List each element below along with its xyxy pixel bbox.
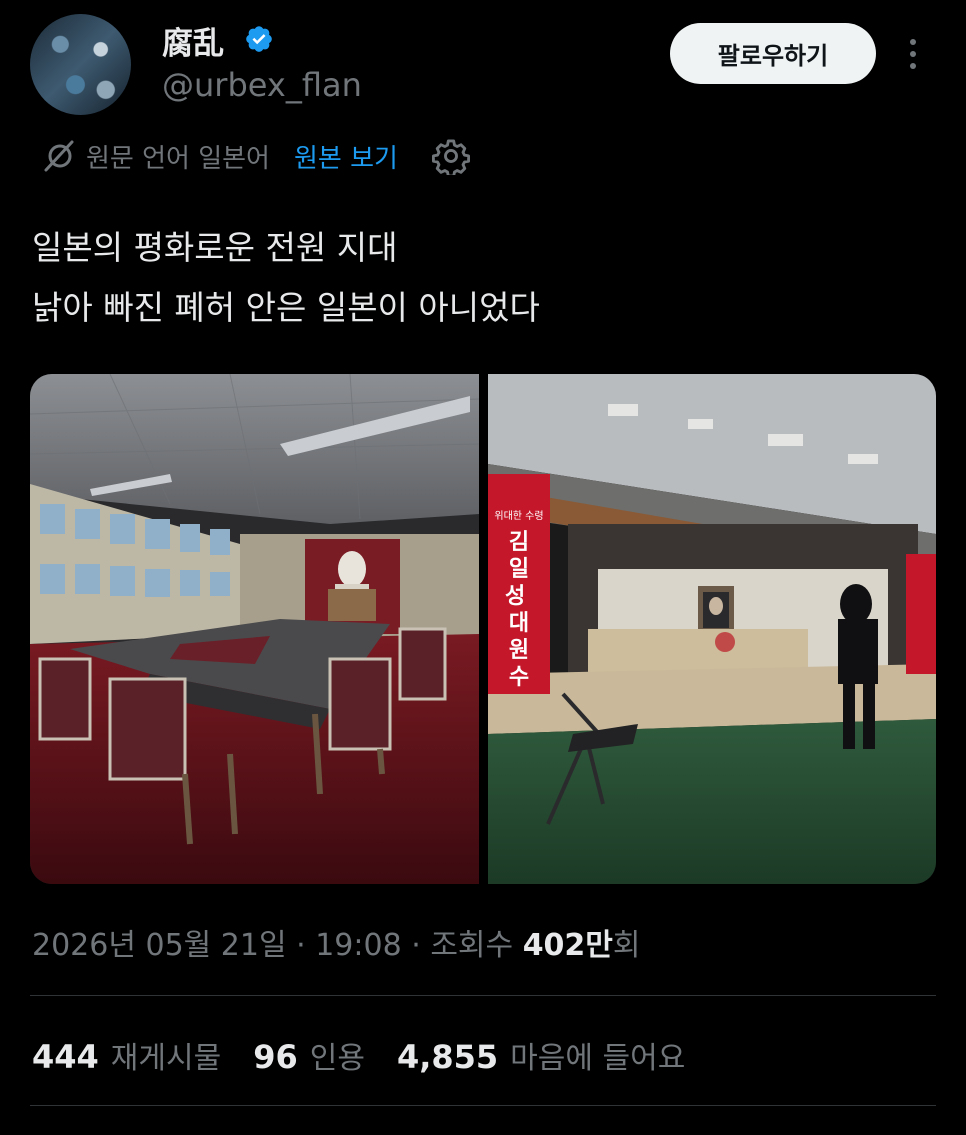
photo-auditorium-stage[interactable]: 위대한 수령 김일성 대원수 bbox=[488, 374, 936, 884]
banner-text: 위대한 수령 bbox=[494, 509, 543, 522]
reposts-stat[interactable]: 444 재게시물 bbox=[32, 1033, 221, 1077]
divider bbox=[30, 995, 936, 996]
photo-conference-room[interactable] bbox=[30, 374, 479, 884]
author-handle[interactable]: @urbex_flan bbox=[162, 66, 362, 104]
meta-separator: · bbox=[411, 928, 421, 963]
gear-icon[interactable] bbox=[431, 137, 470, 175]
author-name[interactable]: 腐乱 bbox=[162, 18, 224, 63]
tweet-line: 낡아 빠진 폐허 안은 일본이 아니었다 bbox=[32, 288, 540, 327]
avatar[interactable] bbox=[30, 14, 131, 115]
reposts-label: 재게시물 bbox=[110, 1041, 222, 1076]
divider bbox=[30, 1105, 936, 1106]
more-options-icon[interactable] bbox=[903, 36, 923, 72]
meta-separator: · bbox=[296, 928, 306, 963]
svg-text:위대한 수령: 위대한 수령 bbox=[494, 509, 543, 522]
views-suffix: 회 bbox=[612, 928, 641, 963]
tweet-meta: 2026년 05월 21일 · 19:08 · 조회수 402만회 bbox=[32, 920, 641, 964]
source-language-label: 원문 언어 일본어 bbox=[86, 143, 270, 174]
likes-stat[interactable]: 4,855 마음에 들어요 bbox=[397, 1033, 685, 1077]
quotes-stat[interactable]: 96 인용 bbox=[253, 1033, 365, 1077]
follow-button[interactable]: 팔로우하기 bbox=[670, 23, 876, 84]
translate-icon bbox=[44, 140, 74, 172]
translation-row: 원문 언어 일본어 원본 보기 bbox=[42, 136, 470, 176]
tweet-date[interactable]: 2026년 05월 21일 bbox=[32, 928, 287, 963]
verified-badge-icon bbox=[246, 26, 272, 52]
quotes-count: 96 bbox=[253, 1038, 298, 1076]
quotes-label: 인용 bbox=[309, 1041, 365, 1076]
tweet-text: 일본의 평화로운 전원 지대 낡아 빠진 폐허 안은 일본이 아니었다 bbox=[32, 218, 540, 338]
reposts-count: 444 bbox=[32, 1038, 99, 1076]
likes-count: 4,855 bbox=[396, 1038, 499, 1076]
tweet-line: 일본의 평화로운 전원 지대 bbox=[32, 228, 398, 267]
tweet-time[interactable]: 19:08 bbox=[315, 928, 401, 963]
media-grid: 위대한 수령 김일성 대원수 bbox=[30, 374, 936, 884]
likes-label: 마음에 들어요 bbox=[510, 1041, 686, 1076]
show-original-link[interactable]: 원본 보기 bbox=[294, 138, 398, 175]
views-label: 조회수 bbox=[430, 928, 514, 963]
views-count: 402만 bbox=[522, 928, 613, 963]
engagement-stats: 444 재게시물 96 인용 4,855 마음에 들어요 bbox=[32, 1033, 717, 1077]
